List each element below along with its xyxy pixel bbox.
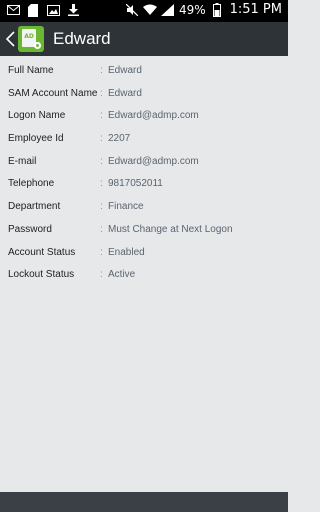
- app-logo-icon[interactable]: AD: [18, 26, 44, 52]
- detail-separator: :: [100, 65, 103, 76]
- notification-icons: [6, 3, 80, 17]
- detail-row-department: Department : Finance: [0, 197, 288, 220]
- signal-icon: [161, 3, 175, 17]
- envelope-icon: [6, 3, 20, 17]
- detail-label: Full Name: [8, 65, 54, 76]
- battery-icon: [210, 3, 224, 17]
- action-bar: AD Edward: [0, 22, 288, 56]
- detail-row-telephone: Telephone : 9817052011: [0, 174, 288, 197]
- detail-separator: :: [100, 133, 103, 145]
- detail-separator: :: [100, 269, 103, 281]
- back-chevron-icon[interactable]: [4, 29, 16, 49]
- detail-label: Password: [8, 223, 52, 235]
- detail-label: Employee Id: [8, 133, 64, 145]
- detail-label: SAM Account Name: [8, 87, 98, 99]
- detail-value: Edward: [108, 87, 142, 99]
- detail-label: Department: [8, 201, 61, 213]
- status-bar: 49% 1:51 PM: [0, 0, 288, 22]
- detail-label: Account Status: [8, 246, 76, 258]
- detail-row-lockout-status: Lockout Status : Active: [0, 265, 288, 288]
- gallery-icon: [46, 3, 60, 17]
- user-details-list: Full Name : Edward SAM Account Name : Ed…: [0, 61, 288, 288]
- detail-separator: :: [100, 87, 103, 99]
- detail-separator: :: [100, 223, 103, 235]
- detail-value: 9817052011: [108, 178, 163, 190]
- gear-icon: [33, 41, 42, 50]
- detail-row-password: Password : Must Change at Next Logon: [0, 220, 288, 243]
- detail-row-full-name: Full Name : Edward: [0, 61, 288, 84]
- detail-label: Telephone: [8, 178, 55, 190]
- page-title: Edward: [53, 29, 111, 48]
- detail-value: Edward@admp.com: [108, 155, 199, 167]
- detail-value: Edward: [108, 65, 142, 76]
- detail-separator: :: [100, 155, 103, 167]
- detail-row-email: E-mail : Edward@admp.com: [0, 152, 288, 175]
- detail-row-employee-id: Employee Id : 2207: [0, 129, 288, 152]
- download-icon: [66, 3, 80, 17]
- sd-card-icon: [26, 3, 40, 17]
- detail-separator: :: [100, 246, 103, 258]
- detail-value: Enabled: [108, 246, 145, 258]
- wifi-icon: [142, 3, 157, 17]
- mute-icon: [125, 3, 139, 17]
- bottom-bar: [0, 492, 288, 512]
- system-icons: 49% 1:51 PM: [125, 2, 282, 18]
- detail-value: Edward@admp.com: [108, 110, 199, 122]
- clock: 1:51 PM: [229, 2, 282, 17]
- detail-separator: :: [100, 178, 103, 190]
- detail-separator: :: [100, 201, 103, 213]
- detail-row-account-status: Account Status : Enabled: [0, 243, 288, 266]
- detail-value: Must Change at Next Logon: [108, 223, 233, 235]
- detail-label: E-mail: [8, 155, 37, 167]
- detail-value: Active: [108, 269, 136, 281]
- detail-row-logon-name: Logon Name : Edward@admp.com: [0, 106, 288, 129]
- detail-label: Lockout Status: [8, 269, 75, 281]
- detail-separator: :: [100, 110, 103, 122]
- detail-value: Finance: [108, 201, 144, 213]
- detail-label: Logon Name: [8, 110, 66, 122]
- detail-value: 2207: [108, 133, 131, 145]
- battery-percent: 49%: [178, 3, 206, 17]
- detail-row-sam-account-name: SAM Account Name : Edward: [0, 84, 288, 107]
